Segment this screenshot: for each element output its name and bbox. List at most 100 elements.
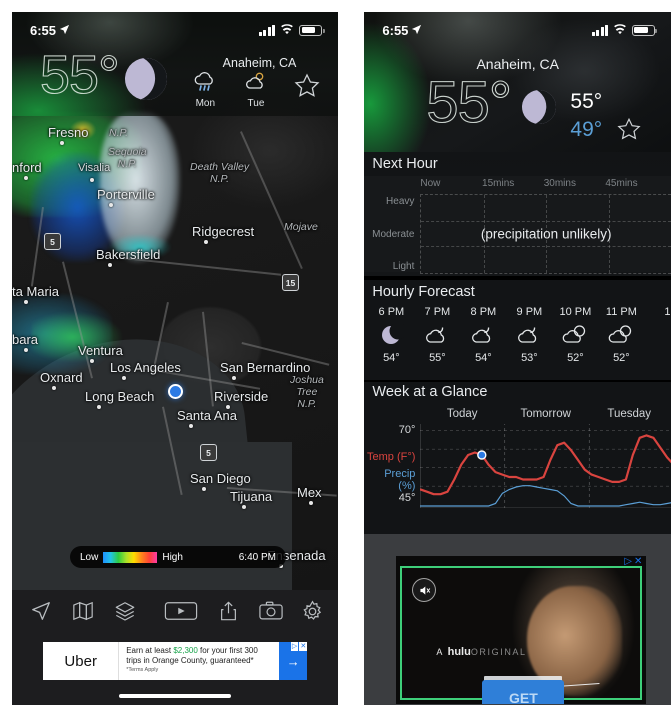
left-day-forecast-row: Mon Tue [180, 70, 332, 109]
map-city-dot [24, 176, 28, 180]
hourly-forecast-cell[interactable]: 1 [644, 306, 671, 364]
map-city-label: Bakersfield [96, 247, 161, 262]
camera-icon[interactable] [259, 600, 284, 622]
ad-choices-icon[interactable]: ▷ [290, 642, 299, 651]
right-high-temp: 55° [570, 90, 603, 113]
get-button[interactable]: GET [482, 680, 565, 704]
y-tick-top: 70° [398, 424, 416, 436]
hourly-forecast-cell[interactable]: 11 PM 52° [598, 306, 644, 364]
right-low-temp: 49° [570, 118, 603, 141]
favorite-star-button[interactable] [293, 70, 321, 101]
hourly-forecast-cell[interactable]: 8 PM 54° [460, 306, 506, 364]
status-indicators [591, 23, 658, 38]
x-tick: 30mins [543, 178, 576, 189]
gear-icon[interactable] [301, 599, 324, 623]
layers-icon[interactable] [114, 600, 136, 622]
week-y-axis: 70° Temp (F°) Precip (%) 45° [364, 424, 418, 504]
hourly-forecast-cell[interactable]: 9 PM 53° [506, 306, 552, 364]
map-city-label: Long Beach [85, 389, 155, 404]
waning-crescent-moon-icon [517, 85, 561, 129]
y-tick: Heavy [386, 196, 415, 207]
share-icon[interactable] [218, 600, 239, 622]
moon-icon [368, 322, 414, 350]
hulu-ad-card[interactable]: ▷ ✕ A huluORIGINAL GET [396, 556, 647, 704]
status-time-group: 6:55 [30, 23, 70, 38]
highway-shield: 5 [44, 233, 61, 250]
hourly-forecast-cell[interactable]: 10 PM 52° [552, 306, 598, 364]
uber-ad-card[interactable]: Uber Earn at least $2,300 for your first… [43, 642, 308, 680]
map-city-dot [90, 359, 94, 363]
hourly-time: 7 PM [424, 306, 451, 318]
favorite-star-button[interactable] [616, 116, 642, 146]
week-title: Week at a Glance [372, 384, 488, 400]
hourly-temp: 52° [613, 352, 630, 364]
next-hour-y-axis: Heavy Moderate Light [364, 196, 417, 272]
map-park-label: Death Valley N.P. [190, 161, 250, 185]
map-park-label: Sequoia N.P. [108, 146, 147, 170]
hourly-forecast-section[interactable]: Hourly Forecast 6 PM 54° 7 PM 55° 8 PM 54° 9 P… [364, 280, 671, 380]
y-tick: Moderate [372, 228, 415, 240]
right-phone-screen: Anaheim, CA 55° 55° 49° Next Hour Now 15… [364, 12, 671, 705]
map-city-label: Riverside [214, 389, 269, 404]
week-chart-svg [419, 410, 671, 509]
map-park-label: Joshua Tree N.P. [290, 374, 324, 410]
battery-icon [299, 24, 325, 36]
hourly-forecast-cell[interactable]: 6 PM 54° [368, 306, 414, 364]
mute-icon[interactable] [412, 578, 437, 602]
map-city-label: Ventura [78, 343, 123, 358]
map-toolbar [12, 590, 339, 632]
week-day-labels: Today Tomorrow Tuesday [420, 408, 671, 420]
week-day: Tuesday [607, 408, 652, 420]
waning-crescent-moon-icon [119, 52, 173, 106]
current-location-dot[interactable] [168, 384, 183, 399]
uber-ad-copy: Earn at least $2,300 for your first 300 … [119, 642, 279, 680]
wifi-icon [280, 23, 294, 38]
map-city-dot [97, 405, 101, 409]
map-park-label: N.P. [109, 127, 129, 139]
hourly-temp: 53° [521, 352, 538, 364]
map-icon[interactable] [72, 600, 94, 622]
day-forecast-mon[interactable]: Mon [191, 70, 219, 109]
map-city-label: Fresno [48, 125, 89, 140]
close-icon[interactable]: ✕ [299, 642, 308, 651]
map-city-label: bara [12, 332, 39, 347]
map-city-dot [232, 376, 236, 380]
map-city-dot [60, 141, 64, 145]
map-city-dot [24, 300, 28, 304]
week-at-a-glance-section[interactable]: Week at a Glance Today Tomorrow Tuesday … [364, 382, 671, 534]
map-city-dot [109, 203, 113, 207]
battery-icon [632, 24, 658, 36]
play-icon[interactable] [164, 600, 198, 622]
legend-temp-label: Temp (F°) [366, 451, 416, 463]
map-city-dot [122, 376, 126, 380]
left-phone-screen: Fresno nford Visalia Porterville Ridgecrest B… [12, 12, 339, 705]
right-status-bar: 6:55 [364, 12, 671, 42]
uber-ad-line1-pre: Earn at least [126, 646, 174, 655]
hulu-ad-container[interactable]: ▷ ✕ A huluORIGINAL GET [364, 534, 671, 705]
next-hour-title: Next Hour [372, 156, 438, 172]
status-time-group: 6:55 [382, 23, 422, 38]
uber-ad-line1: Earn at least $2,300 for your first 300 [126, 646, 274, 656]
hourly-time: 11 PM [605, 306, 637, 318]
legend-precip-label: Precip (%) [384, 468, 416, 492]
x-tick: 45mins [605, 178, 638, 189]
right-city-label: Anaheim, CA [476, 56, 559, 72]
uber-ad-line1-post: for your first 300 [197, 646, 258, 655]
map-city-dot [309, 501, 313, 505]
y-tick-bottom: 45° [398, 492, 416, 504]
status-time: 6:55 [30, 22, 57, 38]
sun-behind-cloud-icon [242, 72, 270, 97]
map-city-label: San Diego [190, 471, 251, 486]
moon-behind-cloud-icon [506, 322, 552, 350]
hourly-forecast-row[interactable]: 6 PM 54° 7 PM 55° 8 PM 54° 9 PM 53° 10 PM 52° 11 P… [368, 306, 671, 364]
hourly-forecast-title: Hourly Forecast [372, 284, 475, 300]
hourly-temp: 54° [383, 352, 400, 364]
day-label: Mon [195, 98, 216, 109]
hourly-forecast-cell[interactable]: 7 PM 55° [414, 306, 460, 364]
week-chart-plot [419, 410, 671, 509]
day-forecast-tue[interactable]: Tue [242, 70, 270, 109]
ad-controls[interactable]: ▷ ✕ [290, 642, 308, 651]
locate-icon[interactable] [30, 600, 52, 622]
location-arrow-icon [59, 23, 70, 38]
left-city-label: Anaheim, CA [222, 56, 297, 70]
